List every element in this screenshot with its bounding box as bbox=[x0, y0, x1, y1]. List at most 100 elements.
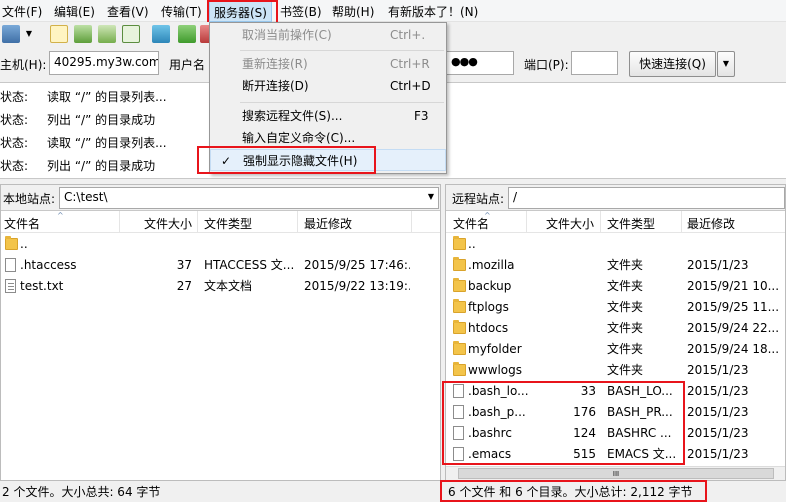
folder-icon bbox=[453, 299, 466, 313]
local-path-text: C:\test\ bbox=[64, 190, 108, 204]
table-row[interactable]: .. bbox=[1, 234, 440, 255]
menu-item-disconnect[interactable]: 断开连接(D) Ctrl+D bbox=[210, 75, 446, 97]
process-queue-icon[interactable] bbox=[178, 25, 196, 43]
highlight-remote-status bbox=[440, 480, 707, 502]
log-status-label: 状态: bbox=[0, 90, 29, 104]
password-input[interactable]: ●●● bbox=[446, 51, 514, 75]
local-col-modified[interactable]: 最近修改 bbox=[304, 215, 352, 231]
file-modified: 2015/1/23 bbox=[687, 384, 749, 398]
file-modified: 2015/9/25 11... bbox=[687, 300, 780, 314]
menu-bookmarks[interactable]: 书签(B) bbox=[280, 3, 322, 20]
file-type: 文件夹 bbox=[607, 321, 644, 335]
log-message: 列出 “/” 的目录成功 bbox=[47, 159, 156, 173]
transfer-queue-toggle-icon[interactable] bbox=[122, 25, 140, 43]
table-row[interactable]: test.txt 27 文本文档 2015/9/22 13:19:... bbox=[1, 276, 440, 297]
remote-site-bar: 远程站点: / bbox=[446, 185, 785, 211]
file-modified: 2015/1/23 bbox=[687, 426, 749, 440]
file-modified: 2015/1/23 bbox=[687, 258, 749, 272]
file-size: 27 bbox=[176, 279, 192, 293]
column-separator bbox=[119, 211, 120, 233]
chevron-down-icon[interactable]: ▼ bbox=[428, 192, 434, 201]
table-row[interactable]: .mozilla 文件夹 2015/1/23 bbox=[446, 255, 785, 276]
local-site-label: 本地站点: bbox=[3, 192, 56, 206]
menu-file[interactable]: 文件(F) bbox=[2, 3, 42, 20]
table-row[interactable]: .. bbox=[446, 234, 785, 255]
menu-item-search-remote[interactable]: 搜索远程文件(S)... F3 bbox=[210, 105, 446, 127]
file-icon bbox=[5, 258, 16, 272]
log-status-label: 状态: bbox=[0, 159, 29, 173]
remote-col-size[interactable]: 文件大小 bbox=[546, 215, 594, 231]
file-name: ftplogs bbox=[468, 300, 509, 314]
menu-item-reconnect[interactable]: 重新连接(R) Ctrl+R bbox=[210, 53, 446, 75]
column-separator bbox=[526, 211, 527, 233]
menu-item-cancel-operation[interactable]: 取消当前操作(C) Ctrl+. bbox=[210, 24, 446, 46]
file-name: .mozilla bbox=[468, 258, 515, 272]
file-name: .. bbox=[468, 237, 476, 251]
file-modified: 2015/9/22 13:19:... bbox=[304, 279, 410, 293]
table-row[interactable]: myfolder 文件夹 2015/9/24 18... bbox=[446, 339, 785, 360]
file-name: .. bbox=[20, 237, 28, 251]
local-path-input[interactable]: C:\test\ ▼ bbox=[59, 187, 439, 209]
file-name: backup bbox=[468, 279, 512, 293]
folder-icon bbox=[5, 236, 18, 250]
remote-tree-toggle-icon[interactable] bbox=[98, 25, 116, 43]
menu-edit[interactable]: 编辑(E) bbox=[54, 3, 95, 20]
quickconnect-button[interactable]: 快速连接(Q) bbox=[629, 51, 716, 77]
log-status-label: 状态: bbox=[0, 113, 29, 127]
column-separator bbox=[411, 211, 412, 233]
file-modified: 2015/1/23 bbox=[687, 447, 749, 461]
sort-arrow-icon: ^ bbox=[57, 211, 64, 220]
file-name: myfolder bbox=[468, 342, 522, 356]
table-row[interactable]: wwwlogs 文件夹 2015/1/23 bbox=[446, 360, 785, 381]
file-name: wwwlogs bbox=[468, 363, 522, 377]
menu-new-version[interactable]: 有新版本了！(N) bbox=[388, 3, 478, 20]
site-manager-dropdown-icon[interactable]: ▼ bbox=[24, 25, 34, 43]
local-pane: 本地站点: C:\test\ ▼ 文件名 ^ 文件大小 文件类型 最近修改 ..… bbox=[0, 184, 441, 481]
folder-icon bbox=[453, 257, 466, 271]
menu-item-shortcut: Ctrl+R bbox=[390, 57, 430, 71]
file-modified: 2015/1/23 bbox=[687, 363, 749, 377]
log-message: 列出 “/” 的目录成功 bbox=[47, 113, 156, 127]
site-manager-icon[interactable] bbox=[2, 25, 20, 43]
local-column-header: 文件名 ^ 文件大小 文件类型 最近修改 bbox=[1, 211, 440, 233]
remote-col-type[interactable]: 文件类型 bbox=[607, 215, 655, 231]
local-col-type[interactable]: 文件类型 bbox=[204, 215, 252, 231]
quickconnect-dropdown-button[interactable]: ▼ bbox=[717, 51, 735, 77]
table-row[interactable]: .htaccess 37 HTACCESS 文... 2015/9/25 17:… bbox=[1, 255, 440, 276]
menu-bar: 文件(F) 编辑(E) 查看(V) 传输(T) 服务器(S) 书签(B) 帮助(… bbox=[0, 0, 786, 22]
local-col-name[interactable]: 文件名 bbox=[4, 215, 40, 231]
menu-item-shortcut: Ctrl+. bbox=[390, 28, 426, 42]
highlight-force-show-hidden bbox=[197, 146, 376, 174]
local-col-size[interactable]: 文件大小 bbox=[144, 215, 192, 231]
horizontal-scrollbar[interactable]: III bbox=[446, 466, 785, 480]
local-tree-toggle-icon[interactable] bbox=[74, 25, 92, 43]
folder-icon bbox=[453, 278, 466, 292]
remote-path-input[interactable]: / bbox=[508, 187, 785, 209]
column-separator bbox=[197, 211, 198, 233]
table-row[interactable]: ftplogs 文件夹 2015/9/25 11... bbox=[446, 297, 785, 318]
scrollbar-thumb[interactable]: III bbox=[458, 468, 774, 479]
menu-item-label: 取消当前操作(C) bbox=[242, 28, 332, 42]
host-label: 主机(H): bbox=[0, 58, 47, 72]
menu-help[interactable]: 帮助(H) bbox=[332, 3, 374, 20]
host-input[interactable]: 40295.my3w.com bbox=[49, 51, 159, 75]
port-input[interactable] bbox=[571, 51, 618, 75]
column-separator bbox=[297, 211, 298, 233]
log-message: 读取 “/” 的目录列表... bbox=[47, 90, 167, 104]
menu-item-label: 断开连接(D) bbox=[242, 79, 309, 93]
table-row[interactable]: backup 文件夹 2015/9/21 10... bbox=[446, 276, 785, 297]
log-status-label: 状态: bbox=[0, 136, 29, 150]
file-name: test.txt bbox=[20, 279, 64, 293]
menu-item-shortcut: F3 bbox=[414, 109, 429, 123]
table-row[interactable]: htdocs 文件夹 2015/9/24 22... bbox=[446, 318, 785, 339]
message-log-toggle-icon[interactable] bbox=[50, 25, 68, 43]
menu-view[interactable]: 查看(V) bbox=[107, 3, 149, 20]
refresh-icon[interactable] bbox=[152, 25, 170, 43]
username-label: 用户名 bbox=[169, 58, 206, 72]
menu-transfer[interactable]: 传输(T) bbox=[161, 3, 202, 20]
file-type: 文件夹 bbox=[607, 258, 644, 272]
remote-col-modified[interactable]: 最近修改 bbox=[687, 215, 735, 231]
local-site-bar: 本地站点: C:\test\ ▼ bbox=[1, 185, 440, 211]
menu-separator bbox=[240, 102, 444, 103]
column-separator bbox=[681, 211, 682, 233]
